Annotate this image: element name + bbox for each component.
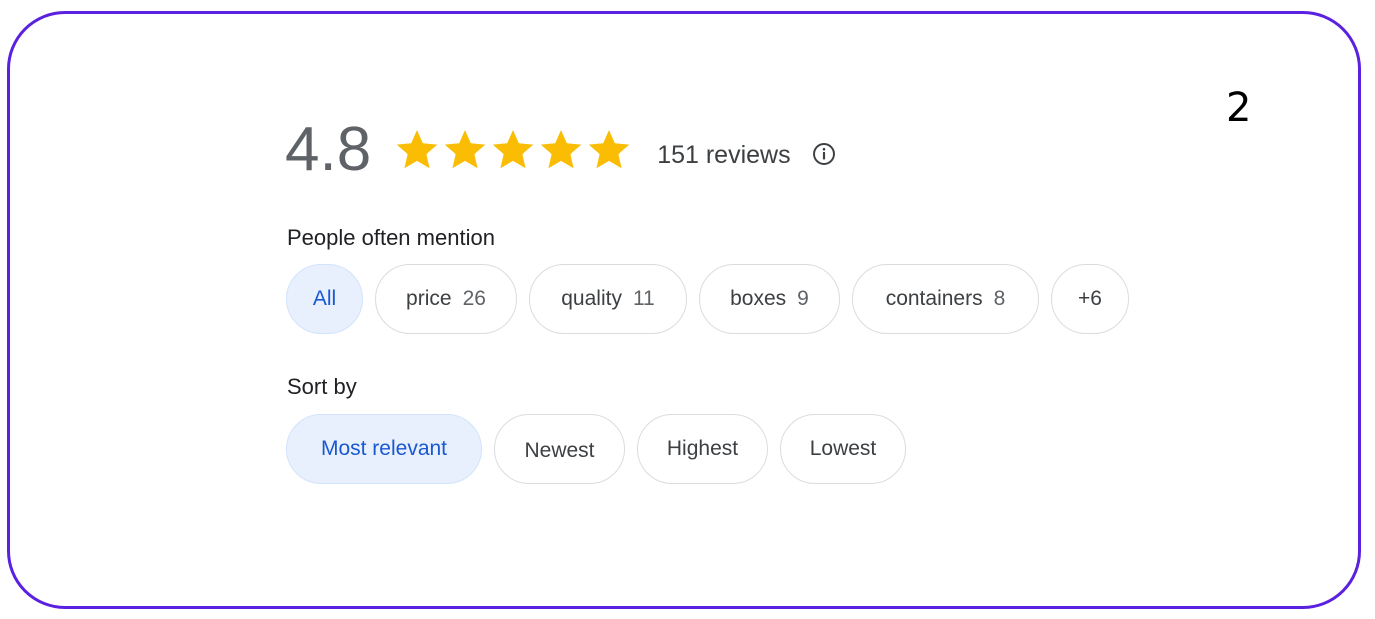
chip-count: 8 (993, 287, 1006, 310)
chip-label: Newest (524, 439, 595, 462)
people-often-mention-label: People often mention (287, 225, 495, 250)
chip-label: Highest (666, 437, 739, 460)
sort-by-label: Sort by (287, 374, 357, 399)
chip-label: price (406, 287, 452, 310)
sort-most-relevant-button[interactable]: Most relevant (286, 414, 482, 484)
mention-chip-more[interactable]: +6 (1051, 264, 1129, 334)
chip-label: quality (561, 287, 622, 310)
chip-label: +6 (1078, 287, 1102, 310)
chip-count: 11 (632, 287, 655, 310)
star-icon (492, 130, 534, 169)
mention-chip-quality[interactable]: quality 11 (529, 264, 687, 334)
star-icon (588, 130, 630, 169)
mention-chip-containers[interactable]: containers 8 (852, 264, 1039, 334)
mention-chip-all[interactable]: All (286, 264, 363, 334)
chip-count: 9 (797, 287, 809, 310)
star-icon (444, 130, 486, 169)
sort-lowest-button[interactable]: Lowest (780, 414, 906, 484)
sort-newest-button[interactable]: Newest (494, 414, 625, 484)
star-icon (396, 130, 438, 169)
chip-label: All (312, 287, 337, 310)
sort-highest-button[interactable]: Highest (637, 414, 768, 484)
mention-chips: All price 26 quality 11 boxes 9 containe… (286, 264, 1129, 334)
rating-summary: 4.8 151 reviews (285, 115, 837, 185)
mention-chip-boxes[interactable]: boxes 9 (699, 264, 840, 334)
chip-count: 26 (462, 287, 486, 310)
chip-label: containers (885, 287, 983, 310)
chip-label: boxes (730, 287, 787, 310)
info-icon[interactable] (811, 141, 837, 167)
star-rating (393, 127, 633, 173)
chip-label: Most relevant (320, 437, 448, 460)
rating-value: 4.8 (285, 115, 372, 184)
mention-chip-price[interactable]: price 26 (375, 264, 517, 334)
page-number: 2 (1226, 85, 1252, 131)
chip-label: Lowest (809, 437, 877, 460)
star-icon (540, 130, 582, 169)
reviews-count[interactable]: 151 reviews (657, 141, 790, 170)
sort-options: Most relevant Newest Highest Lowest (286, 414, 906, 484)
